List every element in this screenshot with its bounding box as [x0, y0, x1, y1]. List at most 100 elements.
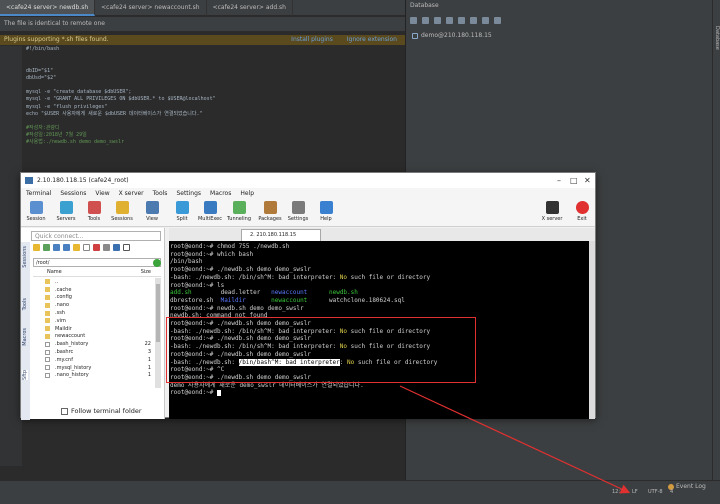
- terminal-line: root@eond:~# chmod 755 ./newdb.sh: [170, 243, 289, 251]
- menu-item[interactable]: Tools: [153, 188, 168, 199]
- file-row[interactable]: .config: [33, 294, 161, 302]
- db-connection-label: demo@210.180.118.15: [421, 32, 492, 39]
- file-row[interactable]: Maildir: [33, 325, 161, 333]
- terminal-scrollbar[interactable]: [589, 241, 595, 419]
- vtab-tools[interactable]: Tools: [22, 298, 28, 310]
- folder-icon: [45, 302, 50, 308]
- menu-item[interactable]: X server: [119, 188, 144, 199]
- quick-connect-input[interactable]: Quick connect...: [31, 231, 161, 241]
- menu-item[interactable]: View: [95, 188, 109, 199]
- menu-item[interactable]: Settings: [176, 188, 201, 199]
- status-position[interactable]: 12:13: [612, 489, 626, 495]
- file-name: .cache: [55, 286, 72, 293]
- menu-item[interactable]: Sessions: [60, 188, 86, 199]
- upload-icon[interactable]: [63, 244, 70, 251]
- terminal-line: root@eond:~# newdb.sh demo demo_swslr: [170, 305, 304, 313]
- ignore-extension-link[interactable]: Ignore extension: [347, 36, 397, 43]
- toolbar-button[interactable]: View: [139, 201, 165, 222]
- name-column-header[interactable]: Name: [47, 269, 62, 275]
- file-row[interactable]: .ssh: [33, 309, 161, 317]
- size-column-header[interactable]: Size: [141, 269, 151, 275]
- event-log-button[interactable]: Event Log: [668, 483, 706, 490]
- session-tab[interactable]: 2. 210.180.118.15 (cafe24_root): [241, 229, 321, 249]
- sftp-path-input[interactable]: /root/: [33, 258, 161, 267]
- vtab-sftp[interactable]: Sftp: [22, 370, 28, 380]
- moba-menu-bar: Terminal Sessions View X server Tools Setting…: [21, 188, 595, 199]
- file-row[interactable]: .vim: [33, 317, 161, 325]
- terminal-line: -bash: ./newdb.sh: /bin/sh^M: bad interp…: [170, 274, 430, 282]
- moba-title-bar[interactable]: 2.10.180.118.15 (cafe24_root) – □ ✕: [21, 173, 595, 188]
- add-icon[interactable]: [410, 16, 417, 24]
- minimize-icon[interactable]: –: [557, 173, 561, 188]
- toolbar-button[interactable]: Exit: [569, 201, 595, 222]
- status-line-separator[interactable]: LF: [632, 489, 638, 495]
- edit-icon[interactable]: [458, 16, 465, 24]
- install-plugins-link[interactable]: Install plugins: [291, 36, 333, 43]
- vtab-sessions[interactable]: Sessions: [22, 246, 28, 268]
- collapse-icon[interactable]: [494, 16, 501, 24]
- editor-tab[interactable]: <cafe24 server> newaccount.sh: [95, 0, 207, 16]
- status-encoding[interactable]: UTF-8: [648, 489, 663, 495]
- maximize-icon[interactable]: □: [570, 173, 578, 188]
- path-ok-icon[interactable]: [153, 259, 161, 267]
- delete-icon[interactable]: [93, 244, 100, 251]
- file-row[interactable]: .mysql_history 1: [33, 364, 161, 372]
- menu-item[interactable]: Help: [240, 188, 254, 199]
- filter-icon[interactable]: [482, 16, 489, 24]
- follow-terminal-folder[interactable]: Follow terminal folder: [61, 407, 142, 415]
- editor-tab[interactable]: <cafe24 server> add.sh: [207, 0, 293, 16]
- menu-item[interactable]: Macros: [210, 188, 231, 199]
- follow-terminal-checkbox[interactable]: [61, 407, 68, 415]
- refresh-icon[interactable]: [43, 244, 50, 251]
- file-row[interactable]: newaccount: [33, 333, 161, 341]
- console-icon[interactable]: [470, 16, 477, 24]
- toolbar-button[interactable]: Help: [313, 201, 339, 222]
- properties-icon[interactable]: [103, 244, 110, 251]
- moba-sidebar: Quick connect... Sessions Tools Macros S…: [21, 228, 165, 420]
- toolbar-button[interactable]: MultiExec: [197, 201, 223, 222]
- file-row[interactable]: ..: [33, 278, 161, 286]
- toolbar-button[interactable]: Tunneling: [226, 201, 252, 222]
- vtab-macros[interactable]: Macros: [22, 328, 28, 346]
- toolbar-button-label: Sessions: [111, 216, 133, 222]
- toolbar-button-icon: [263, 201, 277, 214]
- code-line: mysql -e "GRANT ALL PRIVILEGES ON $dbUSE…: [26, 96, 216, 103]
- code-editor[interactable]: #!/bin/bash dbID="$1" dbUsd="$2" mysql -e "…: [26, 46, 404, 186]
- refresh-icon[interactable]: [434, 16, 441, 24]
- file-row[interactable]: .bashrc 3: [33, 348, 161, 356]
- toolbar-button[interactable]: Sessions: [109, 201, 135, 222]
- file-list-scroll-thumb[interactable]: [156, 284, 160, 342]
- file-name: .mysql_history: [55, 364, 92, 371]
- toolbar-button[interactable]: Packages: [257, 201, 283, 222]
- database-strip-tab[interactable]: Database: [714, 26, 720, 50]
- file-row[interactable]: .bash_history 22: [33, 340, 161, 348]
- file-row[interactable]: .nano_history 1: [33, 372, 161, 380]
- database-toolbar: [406, 13, 712, 27]
- terminal-icon[interactable]: [113, 244, 120, 251]
- editor-tab[interactable]: <cafe24 server> newdb.sh: [0, 0, 96, 16]
- toolbar-button[interactable]: Tools: [81, 201, 107, 222]
- expand-icon[interactable]: [123, 244, 130, 251]
- folder-up-icon[interactable]: [33, 244, 40, 251]
- db-connection-node[interactable]: demo@210.180.118.15: [412, 32, 492, 39]
- toolbar-button[interactable]: X server: [539, 201, 565, 222]
- xserver-icon: [545, 201, 559, 214]
- copy-icon[interactable]: [422, 16, 429, 24]
- terminal-text: dbrestore.sh: [170, 296, 221, 304]
- file-list-scrollbar[interactable]: [155, 278, 161, 388]
- status-indent[interactable]: 4: [670, 489, 673, 495]
- toolbar-button[interactable]: Settings: [285, 201, 311, 222]
- file-row[interactable]: .my.cnf 1: [33, 356, 161, 364]
- menu-item[interactable]: Terminal: [26, 188, 51, 199]
- toolbar-button-label: Tools: [87, 216, 101, 222]
- file-row[interactable]: .nano: [33, 301, 161, 309]
- file-row[interactable]: .cache: [33, 286, 161, 294]
- toolbar-button[interactable]: Session: [23, 201, 49, 222]
- download-icon[interactable]: [53, 244, 60, 251]
- new-file-icon[interactable]: [83, 244, 90, 251]
- new-folder-icon[interactable]: [73, 244, 80, 251]
- toolbar-button[interactable]: Split: [169, 201, 195, 222]
- stop-icon[interactable]: [446, 16, 453, 24]
- close-icon[interactable]: ✕: [584, 173, 591, 188]
- toolbar-button[interactable]: Servers: [53, 201, 79, 222]
